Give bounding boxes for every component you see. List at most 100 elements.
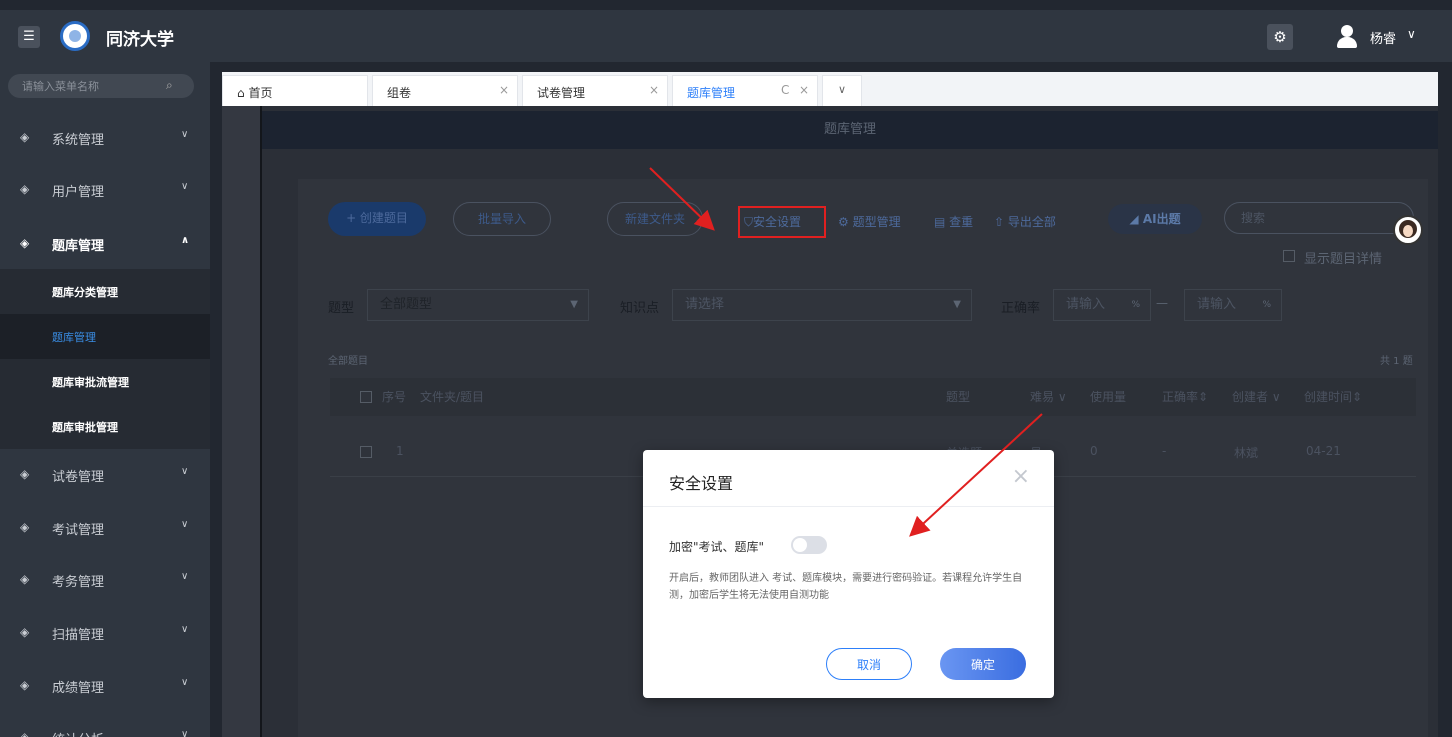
close-icon[interactable]: × [499, 83, 509, 97]
close-icon[interactable]: × [649, 83, 659, 97]
sidebar-item-question-bank[interactable]: ◈ 题库管理 ∧ [0, 218, 210, 270]
accuracy-min-input[interactable]: 请输入% [1053, 289, 1151, 321]
total-count: 共 1 题 [1380, 356, 1413, 367]
tab-home[interactable]: ⌂ 首页 [222, 75, 368, 106]
search-input[interactable]: 搜索 [1224, 202, 1414, 234]
app-title: 同济大学 [106, 30, 174, 50]
sidebar-item-papers[interactable]: ◈ 试卷管理 ∨ [0, 449, 210, 501]
security-settings-dialog: 安全设置 × 加密"考试、题库" 开启后，教师团队进入 考试、题库模块，需要进行… [643, 450, 1054, 698]
column-index: 序号 [382, 390, 407, 404]
ai-icon: ◢ [1129, 212, 1139, 226]
chevron-down-icon: ∨ [181, 677, 189, 688]
show-detail-label: 显示题目详情 [1304, 252, 1383, 267]
sidebar-subitem-label: 题库分类管理 [52, 286, 118, 299]
sidebar-item-users[interactable]: ◈ 用户管理 ∨ [0, 164, 210, 216]
export-all-button[interactable]: ⇧ 导出全部 [994, 213, 1056, 230]
range-dash: — [1156, 296, 1168, 310]
row-usage: 0 [1090, 444, 1098, 458]
column-usage: 使用量 [1090, 390, 1127, 404]
cube-icon: ◈ [20, 730, 30, 737]
tab-home-label: ⌂ 首页 [237, 86, 273, 100]
tab-papers[interactable]: 试卷管理 × [522, 75, 668, 106]
row-created: 04-21 [1306, 444, 1341, 458]
menu-toggle-button[interactable]: ☰ [18, 26, 40, 48]
sidebar-subitem-category[interactable]: 题库分类管理 [0, 269, 210, 314]
chevron-up-icon: ∧ [181, 235, 190, 246]
sidebar-item-label: 题库管理 [52, 239, 105, 254]
select-all-checkbox[interactable] [360, 391, 372, 403]
encrypt-toggle[interactable] [791, 536, 827, 554]
gear-icon: ⚙ [838, 215, 849, 229]
tab-bar: ⌂ 首页 组卷 × 试卷管理 × 题库管理 C × ∨ [222, 72, 1438, 106]
sidebar-subitem-label: 题库审批管理 [52, 421, 118, 434]
assistant-avatar-icon[interactable] [1393, 215, 1423, 245]
toggle-knob [793, 538, 807, 552]
tab-compose[interactable]: 组卷 × [372, 75, 518, 106]
university-logo [60, 21, 90, 51]
sidebar-item-exams[interactable]: ◈ 考试管理 ∨ [0, 502, 210, 554]
column-creator[interactable]: 创建者 ∨ [1232, 388, 1281, 405]
chevron-down-icon: ∨ [181, 129, 189, 140]
sidebar-item-label: 成绩管理 [52, 681, 105, 696]
page-title: 题库管理 [262, 111, 1438, 149]
sidebar-subitem-question-bank[interactable]: 题库管理 [0, 314, 210, 359]
knowledge-filter-label: 知识点 [620, 301, 660, 316]
chevron-down-icon: ∨ [181, 571, 189, 582]
row-creator: 林斌 [1234, 446, 1259, 460]
sidebar-item-label: 统计分析 [52, 729, 104, 737]
create-question-button[interactable]: + 创建题目 [328, 202, 426, 236]
column-difficulty[interactable]: 难易 ∨ [1030, 388, 1067, 405]
new-folder-button[interactable]: 新建文件夹 [607, 202, 703, 236]
accuracy-max-input[interactable]: 请输入% [1184, 289, 1282, 321]
cube-icon: ◈ [20, 572, 30, 586]
home-icon: ⌂ [237, 86, 245, 100]
type-select[interactable]: 全部题型 ▼ [367, 289, 589, 321]
cube-icon: ◈ [20, 678, 30, 692]
gear-icon[interactable]: ⚙ [1267, 24, 1293, 50]
sidebar-item-label: 考试管理 [52, 523, 105, 538]
tab-more-button[interactable]: ∨ [822, 75, 862, 106]
chevron-down-icon: ▼ [953, 299, 961, 310]
sidebar-subitem-approval[interactable]: 题库审批管理 [0, 404, 210, 449]
tab-label: 试卷管理 [537, 86, 586, 100]
chevron-down-icon[interactable]: ∨ [1407, 27, 1416, 41]
sidebar: ⌕ ◈ 系统管理 ∨ ◈ 用户管理 ∨ ◈ 题库管理 ∧ 题库分类管理 题库管理… [0, 62, 210, 737]
dedupe-button[interactable]: ▤ 查重 [934, 213, 973, 230]
document-icon: ▤ [934, 215, 946, 229]
cube-icon: ◈ [20, 236, 30, 250]
content-left-strip [222, 106, 260, 737]
column-created[interactable]: 创建时间⇕ [1304, 388, 1362, 405]
user-name[interactable]: 杨睿 [1370, 28, 1396, 47]
sidebar-subitem-label: 题库管理 [52, 331, 96, 344]
user-avatar-icon[interactable] [1336, 25, 1358, 49]
sidebar-item-scores[interactable]: ◈ 成绩管理 ∨ [0, 660, 210, 712]
show-detail-checkbox[interactable] [1283, 250, 1295, 262]
tab-question-bank[interactable]: 题库管理 C × [672, 75, 818, 106]
search-icon[interactable]: ⌕ [166, 78, 173, 93]
cube-icon: ◈ [20, 520, 30, 534]
confirm-button[interactable]: 确定 [940, 648, 1026, 680]
sidebar-subitem-approval-flow[interactable]: 题库审批流管理 [0, 359, 210, 404]
column-type: 题型 [946, 390, 971, 404]
type-manage-button[interactable]: ⚙ 题型管理 [838, 213, 901, 230]
close-icon[interactable]: × [799, 83, 809, 97]
close-icon[interactable]: × [1012, 464, 1030, 489]
batch-import-button[interactable]: 批量导入 [453, 202, 551, 236]
sidebar-item-system[interactable]: ◈ 系统管理 ∨ [0, 112, 210, 164]
dialog-divider [643, 506, 1054, 507]
ai-generate-button[interactable]: ◢ AI出题 [1108, 204, 1202, 234]
content-divider [260, 106, 262, 737]
refresh-icon[interactable]: C [781, 83, 789, 97]
knowledge-select[interactable]: 请选择 ▼ [672, 289, 972, 321]
top-bar: ☰ 同济大学 ⚙ 杨睿 ∨ [0, 10, 1452, 62]
sidebar-item-scanning[interactable]: ◈ 扫描管理 ∨ [0, 607, 210, 659]
sidebar-item-statistics[interactable]: ◈ 统计分析 ∨ [0, 712, 210, 737]
table-header: 序号 文件夹/题目 题型 难易 ∨ 使用量 正确率⇕ 创建者 ∨ 创建时间⇕ [330, 378, 1416, 416]
sidebar-item-label: 用户管理 [52, 185, 105, 200]
sidebar-item-exam-affairs[interactable]: ◈ 考务管理 ∨ [0, 554, 210, 606]
sidebar-item-label: 考务管理 [52, 575, 105, 590]
row-checkbox[interactable] [360, 446, 372, 458]
column-accuracy[interactable]: 正确率⇕ [1162, 388, 1208, 405]
annotation-highlight-box [738, 206, 826, 238]
cancel-button[interactable]: 取消 [826, 648, 912, 680]
